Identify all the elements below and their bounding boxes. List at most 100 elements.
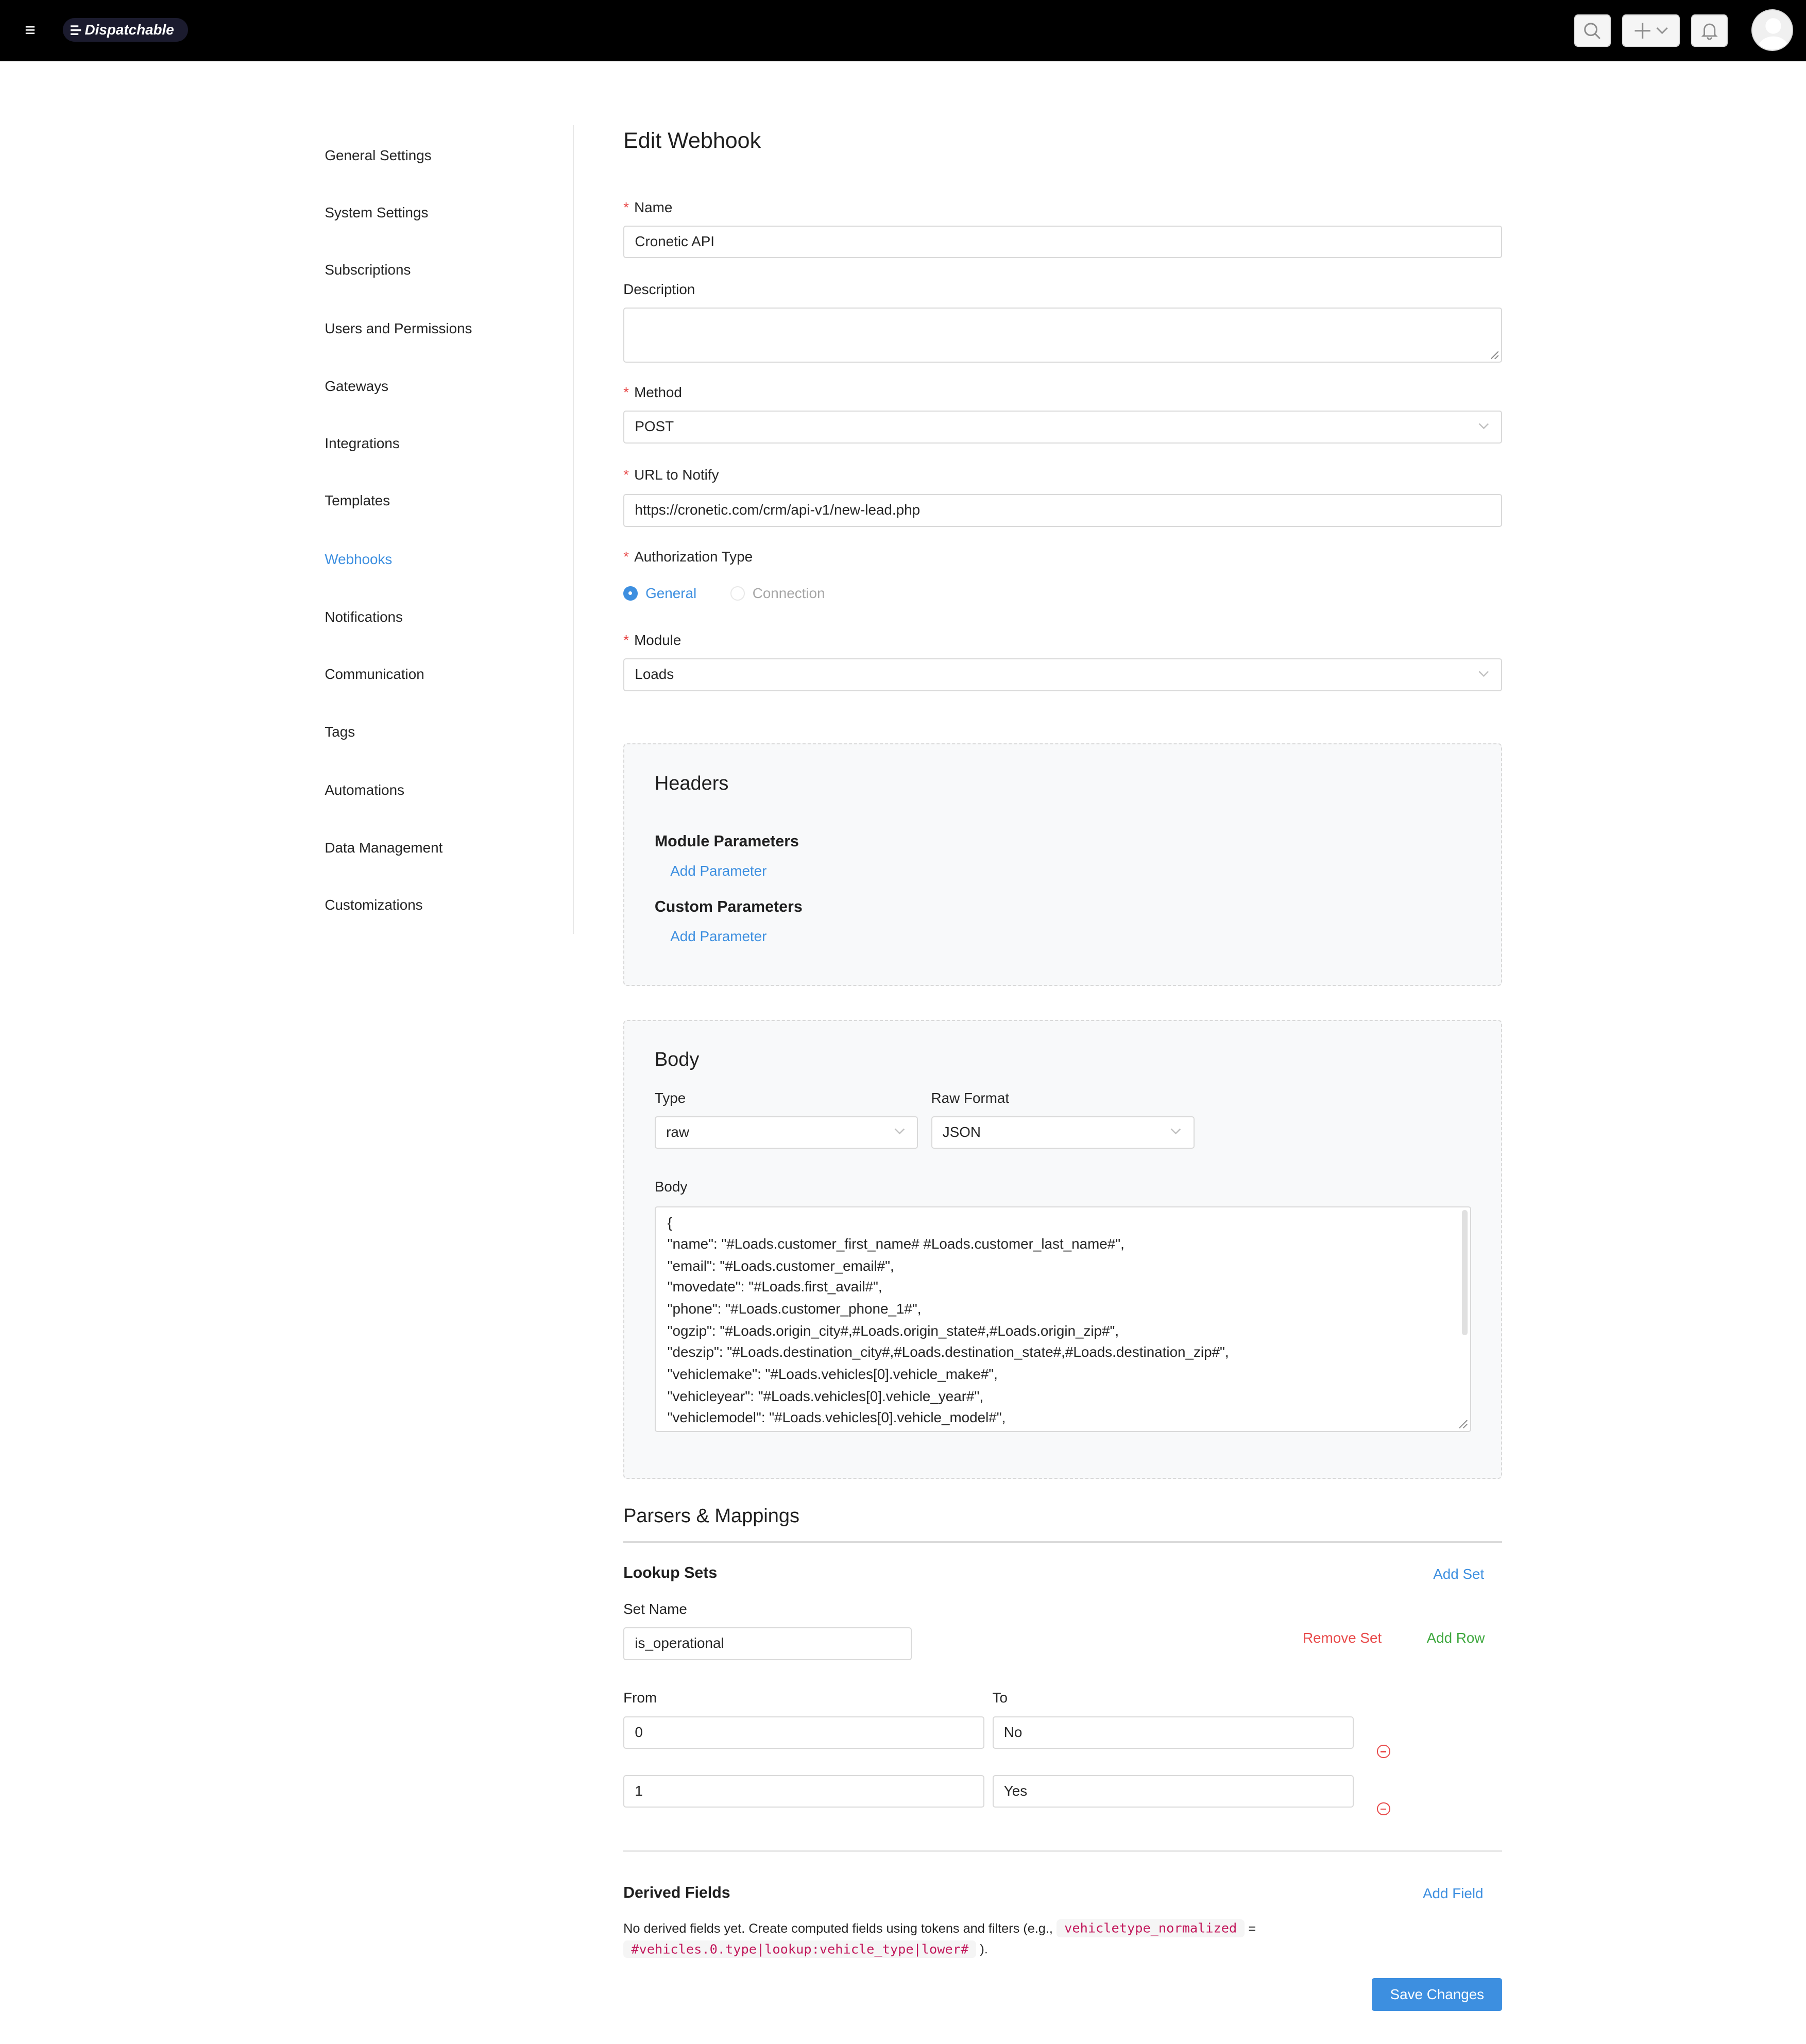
url-input[interactable]: https://cronetic.com/crm/api-v1/new-lead… bbox=[623, 494, 1503, 527]
parsers-mappings-title: Parsers & Mappings bbox=[623, 1505, 799, 1527]
top-bar: ≡ Dispatchable bbox=[0, 0, 1806, 61]
user-icon bbox=[1758, 18, 1789, 49]
method-select[interactable]: POST bbox=[623, 411, 1503, 444]
name-label: * Name bbox=[623, 199, 673, 215]
code-line: "email": "#Loads.customer_email#", bbox=[667, 1257, 894, 1274]
derived-fields-empty-text: No derived fields yet. Create computed f… bbox=[623, 1918, 1354, 1960]
chevron-down-icon bbox=[1656, 27, 1668, 35]
auth-radio-connection[interactable]: Connection bbox=[730, 584, 825, 602]
method-value: POST bbox=[635, 418, 674, 435]
radio-checked-icon bbox=[623, 586, 638, 601]
sidebar-item-general-settings[interactable]: General Settings bbox=[325, 146, 431, 164]
code-line: "name": "#Loads.customer_first_name# #Lo… bbox=[667, 1235, 1125, 1252]
module-value: Loads bbox=[635, 666, 674, 683]
raw-format-value: JSON bbox=[942, 1124, 981, 1140]
bell-icon bbox=[1701, 23, 1718, 40]
description-label: Description bbox=[623, 281, 695, 298]
code-line: "vehicleyear": "#Loads.vehicles[0].vehic… bbox=[667, 1388, 984, 1405]
sidebar-item-communication[interactable]: Communication bbox=[325, 665, 424, 683]
sidebar-item-webhooks[interactable]: Webhooks bbox=[325, 550, 392, 568]
user-avatar[interactable] bbox=[1751, 9, 1793, 51]
code-line: "phone": "#Loads.customer_phone_1#", bbox=[667, 1301, 922, 1317]
logo-mark-icon bbox=[70, 25, 81, 35]
example-field-name: vehicletype_normalized bbox=[1056, 1919, 1245, 1937]
code-line: "vehiclemodel": "#Loads.vehicles[0].vehi… bbox=[667, 1409, 1006, 1425]
add-row-link[interactable]: Add Row bbox=[1427, 1629, 1485, 1647]
module-parameters-title: Module Parameters bbox=[654, 833, 799, 850]
sidebar-item-integrations[interactable]: Integrations bbox=[325, 434, 399, 452]
code-line: "deszip": "#Loads.destination_city#,#Loa… bbox=[667, 1344, 1229, 1360]
save-changes-button[interactable]: Save Changes bbox=[1372, 1978, 1503, 2011]
add-field-link[interactable]: Add Field bbox=[1423, 1884, 1484, 1902]
body-type-label: Type bbox=[654, 1089, 686, 1106]
name-input[interactable]: Cronetic API bbox=[623, 225, 1503, 259]
brand-name: Dispatchable bbox=[84, 22, 174, 38]
scrollbar-thumb[interactable] bbox=[1462, 1210, 1468, 1335]
auth-option-connection-label: Connection bbox=[752, 585, 825, 602]
sidebar-item-system-settings[interactable]: System Settings bbox=[325, 203, 428, 222]
divider bbox=[623, 1850, 1503, 1852]
headers-title: Headers bbox=[654, 772, 729, 794]
code-line: "ogzip": "#Loads.origin_city#,#Loads.ori… bbox=[667, 1323, 1119, 1339]
raw-format-select[interactable]: JSON bbox=[931, 1116, 1195, 1149]
description-textarea[interactable] bbox=[623, 308, 1503, 363]
add-set-link[interactable]: Add Set bbox=[1433, 1565, 1484, 1583]
sidebar-item-gateways[interactable]: Gateways bbox=[325, 377, 388, 395]
search-icon bbox=[1584, 23, 1601, 39]
plus-icon bbox=[1634, 23, 1650, 39]
lookup-from-input[interactable]: 1 bbox=[623, 1775, 985, 1808]
module-select[interactable]: Loads bbox=[623, 658, 1503, 691]
remove-set-link[interactable]: Remove Set bbox=[1303, 1629, 1382, 1647]
sidebar-item-users-and-permissions[interactable]: Users and Permissions bbox=[325, 319, 472, 337]
chevron-down-icon bbox=[894, 1128, 905, 1135]
body-code-textarea[interactable]: { "name": "#Loads.customer_first_name# #… bbox=[654, 1206, 1471, 1432]
brand-logo[interactable]: Dispatchable bbox=[62, 18, 188, 42]
derived-fields-title: Derived Fields bbox=[623, 1884, 730, 1901]
chevron-down-icon bbox=[1478, 423, 1489, 429]
code-line: "vehiclemake": "#Loads.vehicles[0].vehic… bbox=[667, 1366, 998, 1383]
settings-sidebar: General Settings System Settings Subscri… bbox=[325, 125, 574, 934]
menu-icon[interactable]: ≡ bbox=[25, 20, 36, 41]
lookup-from-input[interactable]: 0 bbox=[623, 1716, 985, 1749]
body-type-select[interactable]: raw bbox=[654, 1116, 918, 1149]
add-custom-parameter-link[interactable]: Add Parameter bbox=[670, 927, 766, 945]
raw-format-label: Raw Format bbox=[931, 1089, 1010, 1106]
notifications-button[interactable] bbox=[1691, 14, 1728, 47]
add-dropdown-button[interactable] bbox=[1622, 14, 1680, 47]
auth-radio-general[interactable]: General bbox=[623, 584, 696, 602]
lookup-to-input[interactable]: No bbox=[992, 1716, 1354, 1749]
sidebar-item-notifications[interactable]: Notifications bbox=[325, 608, 403, 626]
remove-row-icon[interactable] bbox=[1377, 1802, 1390, 1815]
resize-handle-icon[interactable] bbox=[1491, 351, 1499, 359]
radio-unchecked-icon bbox=[730, 586, 745, 601]
from-label: From bbox=[623, 1690, 657, 1706]
body-title: Body bbox=[654, 1049, 700, 1071]
sidebar-item-data-management[interactable]: Data Management bbox=[325, 839, 442, 857]
resize-handle-icon[interactable] bbox=[1459, 1420, 1468, 1428]
lookup-sets-title: Lookup Sets bbox=[623, 1564, 718, 1582]
method-label: * Method bbox=[623, 384, 682, 401]
lookup-to-input[interactable]: Yes bbox=[992, 1775, 1354, 1808]
page-title: Edit Webhook bbox=[623, 128, 761, 154]
sidebar-item-customizations[interactable]: Customizations bbox=[325, 896, 422, 914]
set-name-label: Set Name bbox=[623, 1601, 687, 1617]
body-content-label: Body bbox=[654, 1179, 688, 1195]
body-type-value: raw bbox=[666, 1124, 689, 1140]
auth-option-general-label: General bbox=[645, 585, 697, 602]
chevron-down-icon bbox=[1478, 671, 1489, 677]
sidebar-item-automations[interactable]: Automations bbox=[325, 781, 404, 799]
divider bbox=[623, 1541, 1503, 1543]
search-button[interactable] bbox=[1574, 14, 1611, 47]
sidebar-item-subscriptions[interactable]: Subscriptions bbox=[325, 261, 411, 279]
auth-type-label: * Authorization Type bbox=[623, 549, 753, 565]
sidebar-item-tags[interactable]: Tags bbox=[325, 723, 355, 741]
to-label: To bbox=[992, 1690, 1008, 1706]
chevron-down-icon bbox=[1170, 1128, 1181, 1135]
url-label: * URL to Notify bbox=[623, 466, 719, 483]
add-module-parameter-link[interactable]: Add Parameter bbox=[670, 862, 766, 880]
sidebar-item-templates[interactable]: Templates bbox=[325, 491, 390, 509]
set-name-input[interactable]: is_operational bbox=[623, 1627, 912, 1660]
code-line: "movedate": "#Loads.first_avail#", bbox=[667, 1279, 882, 1295]
module-label: * Module bbox=[623, 632, 681, 649]
remove-row-icon[interactable] bbox=[1377, 1745, 1390, 1758]
